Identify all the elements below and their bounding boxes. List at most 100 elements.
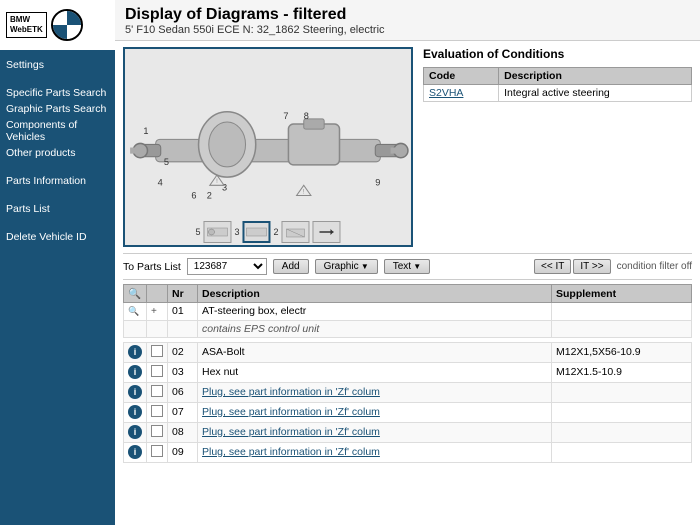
svg-text:7: 7 bbox=[283, 111, 288, 121]
thumb-1[interactable] bbox=[203, 221, 231, 243]
row-06-supp bbox=[552, 382, 692, 402]
page-header: Display of Diagrams - filtered 5' F10 Se… bbox=[115, 0, 700, 41]
thumb-num-3: 3 bbox=[234, 227, 239, 237]
desc-link-08[interactable]: Plug, see part information in 'Zf' colum bbox=[202, 426, 380, 438]
row-06-check bbox=[147, 382, 168, 402]
checkbox-07[interactable] bbox=[151, 405, 163, 417]
eval-desc-s2vha: Integral active steering bbox=[499, 85, 692, 102]
diagram-thumbnails: 5 3 2 bbox=[195, 221, 340, 243]
table-row-01: 🔍 + 01 AT-steering box, electr bbox=[124, 303, 692, 321]
bmw-etk-logo: BMWWebETK bbox=[6, 12, 47, 37]
checkbox-09[interactable] bbox=[151, 445, 163, 457]
row-08-supp bbox=[552, 422, 692, 442]
row-02-nr: 02 bbox=[168, 342, 198, 362]
eval-code-s2vha[interactable]: S2VHA bbox=[424, 85, 499, 102]
row-03-nr: 03 bbox=[168, 362, 198, 382]
search-icon: 🔍 bbox=[128, 288, 141, 300]
thumb-num-2: 2 bbox=[274, 227, 279, 237]
row-01-sub-extra bbox=[147, 320, 168, 337]
row-01-plus: + bbox=[147, 303, 168, 321]
diagram-svg: 7 8 3 6 2 9 4 5 1 ! ! bbox=[125, 67, 411, 227]
sidebar-item-parts-info[interactable]: Parts Information bbox=[6, 174, 109, 188]
thumb-4[interactable] bbox=[313, 221, 341, 243]
info-icon-07[interactable]: i bbox=[128, 405, 142, 419]
sidebar-item-settings[interactable]: Settings bbox=[6, 58, 109, 72]
svg-text:2: 2 bbox=[207, 191, 212, 201]
svg-text:9: 9 bbox=[375, 177, 380, 187]
row-07-desc: Plug, see part information in 'Zf' colum bbox=[198, 402, 552, 422]
thumb-3[interactable] bbox=[282, 221, 310, 243]
evaluation-heading: Evaluation of Conditions bbox=[423, 47, 692, 61]
row-02-info: i bbox=[124, 342, 147, 362]
diagram-box[interactable]: 7 8 3 6 2 9 4 5 1 ! ! 5 bbox=[123, 47, 413, 247]
sidebar-item-other[interactable]: Other products bbox=[6, 146, 109, 160]
table-row-03: i 03 Hex nut M12X1.5-10.9 bbox=[124, 362, 692, 382]
desc-link-07[interactable]: Plug, see part information in 'Zf' colum bbox=[202, 406, 380, 418]
col-header-supp: Supplement bbox=[552, 285, 692, 303]
row-01-sub-search bbox=[124, 320, 147, 337]
sidebar-item-graphic-parts[interactable]: Graphic Parts Search bbox=[6, 102, 109, 116]
row-01-supp bbox=[552, 303, 692, 321]
row-09-nr: 09 bbox=[168, 442, 198, 462]
page-subtitle: 5' F10 Sedan 550i ECE N: 32_1862 Steerin… bbox=[125, 24, 690, 36]
sidebar-item-parts-list[interactable]: Parts List bbox=[6, 202, 109, 216]
row-03-supp: M12X1.5-10.9 bbox=[552, 362, 692, 382]
row-06-nr: 06 bbox=[168, 382, 198, 402]
svg-text:5: 5 bbox=[164, 157, 169, 167]
sidebar-item-specific-parts[interactable]: Specific Parts Search bbox=[6, 86, 109, 100]
row-01-search: 🔍 bbox=[124, 303, 147, 321]
content-area: 7 8 3 6 2 9 4 5 1 ! ! 5 bbox=[115, 41, 700, 525]
svg-text:1: 1 bbox=[143, 126, 148, 136]
info-icon-03[interactable]: i bbox=[128, 365, 142, 379]
filter-label: condition filter off bbox=[617, 261, 692, 272]
row-03-desc: Hex nut bbox=[198, 362, 552, 382]
row-08-info: i bbox=[124, 422, 147, 442]
row-08-desc: Plug, see part information in 'Zf' colum bbox=[198, 422, 552, 442]
table-row-01-sub: contains EPS control unit bbox=[124, 320, 692, 337]
checkbox-03[interactable] bbox=[151, 365, 163, 377]
info-icon-09[interactable]: i bbox=[128, 445, 142, 459]
parts-table: 🔍 Nr Description Supplement 🔍 + bbox=[123, 284, 692, 463]
row-03-check bbox=[147, 362, 168, 382]
thumb-2[interactable] bbox=[243, 221, 271, 243]
row-06-info: i bbox=[124, 382, 147, 402]
svg-text:!: ! bbox=[303, 188, 305, 195]
sidebar-nav: Settings Specific Parts Search Graphic P… bbox=[0, 50, 115, 252]
prev-button[interactable]: << IT bbox=[534, 259, 571, 274]
row-01-sub-desc: contains EPS control unit bbox=[198, 320, 552, 337]
thumb-num-5: 5 bbox=[195, 227, 200, 237]
row-07-supp bbox=[552, 402, 692, 422]
checkbox-08[interactable] bbox=[151, 425, 163, 437]
search-icon-01[interactable]: 🔍 bbox=[128, 306, 140, 318]
expand-icon-01[interactable]: + bbox=[151, 306, 157, 317]
desc-link-09[interactable]: Plug, see part information in 'Zf' colum bbox=[202, 446, 380, 458]
row-06-desc: Plug, see part information in 'Zf' colum bbox=[198, 382, 552, 402]
eval-row-0: S2VHA Integral active steering bbox=[424, 85, 692, 102]
next-button[interactable]: IT >> bbox=[573, 259, 610, 274]
sidebar-item-components[interactable]: Components of Vehicles bbox=[6, 118, 109, 144]
eval-col-desc: Description bbox=[499, 68, 692, 85]
row-01-desc: AT-steering box, electr bbox=[198, 303, 552, 321]
parts-list-select[interactable]: 123687 bbox=[187, 258, 267, 275]
row-09-info: i bbox=[124, 442, 147, 462]
row-01-sub-supp bbox=[552, 320, 692, 337]
info-icon-02[interactable]: i bbox=[128, 345, 142, 359]
row-02-supp: M12X1,5X56-10.9 bbox=[552, 342, 692, 362]
text-button[interactable]: Text bbox=[384, 259, 430, 274]
desc-link-06[interactable]: Plug, see part information in 'Zf' colum bbox=[202, 386, 380, 398]
bmw-roundel-logo bbox=[51, 9, 83, 41]
info-icon-06[interactable]: i bbox=[128, 385, 142, 399]
svg-text:8: 8 bbox=[304, 111, 309, 121]
info-icon-08[interactable]: i bbox=[128, 425, 142, 439]
logo-area: BMWWebETK bbox=[0, 0, 115, 50]
graphic-button[interactable]: Graphic bbox=[315, 259, 378, 274]
checkbox-06[interactable] bbox=[151, 385, 163, 397]
col-header-desc: Description bbox=[198, 285, 552, 303]
add-button[interactable]: Add bbox=[273, 259, 309, 274]
row-09-check bbox=[147, 442, 168, 462]
sidebar-item-delete-vehicle[interactable]: Delete Vehicle ID bbox=[6, 230, 109, 244]
toolbar-label: To Parts List bbox=[123, 261, 181, 273]
checkbox-02[interactable] bbox=[151, 345, 163, 357]
table-row-07: i 07 Plug, see part information in 'Zf' … bbox=[124, 402, 692, 422]
table-row-09: i 09 Plug, see part information in 'Zf' … bbox=[124, 442, 692, 462]
